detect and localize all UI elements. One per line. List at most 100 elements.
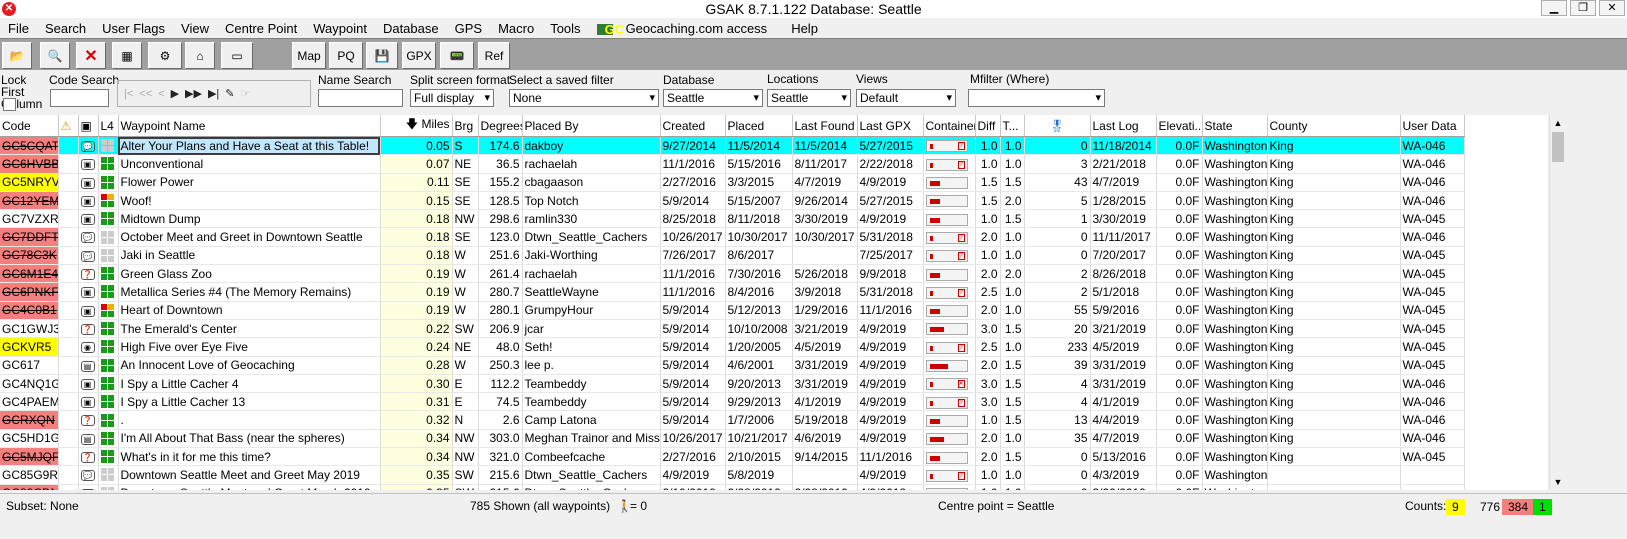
menu-file[interactable]: File (0, 21, 37, 36)
name-search-input[interactable] (318, 89, 403, 107)
cell-warning-cell[interactable] (58, 227, 79, 247)
col-placed[interactable]: Placed (725, 115, 793, 137)
cell-user-data[interactable]: WA-046 (1400, 410, 1465, 430)
cell-county[interactable]: King (1267, 191, 1401, 211)
cell-difficulty[interactable]: 1.0 (975, 209, 1001, 229)
cell-type-cell[interactable]: ❓ (78, 319, 99, 339)
cell-code[interactable]: GC82CDM (0, 484, 59, 490)
cell-created[interactable]: 5/9/2014 (660, 356, 726, 375)
cell-bearing[interactable]: SW (452, 465, 479, 485)
cell-code[interactable]: GC5NRYV (0, 173, 59, 192)
table-row[interactable]: GC1GWJ3 ❓ The Emerald's Center 0.22 SW 206.9 j… (0, 319, 1465, 339)
database-select[interactable]: Seattle (663, 89, 763, 107)
cell-last-gpx[interactable]: 4/9/2019 (857, 337, 924, 357)
cell-miles[interactable]: 0.24 (380, 337, 453, 357)
cell-bearing[interactable]: W (452, 301, 479, 320)
cell-last-log[interactable]: 3/21/2019 (1090, 319, 1157, 339)
cell-warning-cell[interactable] (58, 264, 79, 284)
cell-warning-cell[interactable] (58, 136, 79, 156)
cell-elevation[interactable]: 0.0F (1156, 227, 1203, 247)
cell-warning-cell[interactable] (58, 484, 79, 490)
cell-difficulty[interactable]: 1.0 (975, 410, 1001, 430)
cell-waypoint-name[interactable]: . (118, 410, 381, 430)
table-row[interactable]: GCRXQN ❓. 0.32 N 2.6 Camp Latona 5/9/2014 1/7/2… (0, 410, 1465, 430)
close-icon[interactable]: ✕ (1599, 0, 1625, 16)
cell-favorites[interactable]: 4 (1024, 392, 1091, 412)
cell-difficulty[interactable]: 2.0 (975, 429, 1001, 449)
cell-type-cell[interactable]: ◉ (78, 337, 99, 357)
lock-first-column-checkbox[interactable] (3, 98, 16, 111)
cell-placed[interactable]: 10/21/2017 (725, 429, 793, 449)
cell-favorites[interactable]: 1 (1024, 209, 1091, 229)
cell-type-cell[interactable]: ▣ (78, 191, 99, 211)
cell-difficulty[interactable]: 3.0 (975, 319, 1001, 339)
table-row[interactable]: GC82CDM 💬 Downtown Seattle Meet and Greet … (0, 484, 1465, 490)
cell-favorites[interactable]: 3 (1024, 154, 1091, 174)
cell-placed-by[interactable]: Combeefcache (522, 447, 661, 467)
cell-warning-cell[interactable] (58, 356, 79, 375)
cell-type-cell[interactable]: 💬 (78, 484, 99, 490)
col-container[interactable]: Container (923, 115, 976, 137)
cell-user-data[interactable]: WA-045 (1400, 209, 1465, 229)
cell-elevation[interactable]: 0.0F (1156, 173, 1203, 192)
cell-elevation[interactable]: 0.0F (1156, 337, 1203, 357)
cell-user-data[interactable]: WA-045 (1400, 282, 1465, 302)
cell-elevation[interactable]: 0.0F (1156, 136, 1203, 156)
cell-l4-cell[interactable] (98, 209, 119, 229)
cell-waypoint-name[interactable]: Midtown Dump (118, 209, 381, 229)
cell-miles[interactable]: 0.05 (380, 136, 453, 156)
cell-created[interactable]: 2/27/2016 (660, 447, 726, 467)
cell-elevation[interactable]: 0.0F (1156, 191, 1203, 211)
cell-county[interactable]: King (1267, 246, 1401, 266)
table-row[interactable]: GC5CQAT 💬 Alter Your Plans and Have a Seat… (0, 136, 1465, 156)
cell-code[interactable]: GCKVR5 (0, 337, 59, 357)
gps-device-icon[interactable]: 📟 (440, 42, 474, 69)
col-elevation[interactable]: Elevati... (1156, 115, 1203, 137)
cell-created[interactable]: 5/9/2014 (660, 410, 726, 430)
cell-miles[interactable]: 0.07 (380, 154, 453, 174)
cell-created[interactable]: 5/9/2014 (660, 191, 726, 211)
cell-last-log[interactable]: 1/28/2015 (1090, 191, 1157, 211)
cell-last-found[interactable]: 3/31/2019 (792, 374, 858, 394)
ref-button[interactable]: Ref (478, 42, 510, 69)
cell-terrain[interactable]: 1.0 (1000, 337, 1025, 357)
cell-code[interactable]: GC5CQAT (0, 136, 59, 156)
cell-terrain[interactable]: 1.5 (1000, 392, 1025, 412)
cell-user-data[interactable]: WA-046 (1400, 191, 1465, 211)
cell-elevation[interactable]: 0.0F (1156, 246, 1203, 266)
col-code[interactable]: Code (0, 115, 59, 137)
cell-created[interactable]: 5/9/2014 (660, 301, 726, 320)
cell-terrain[interactable]: 2.0 (1000, 191, 1025, 211)
cell-miles[interactable]: 0.35 (380, 465, 453, 485)
cell-type-cell[interactable]: 💬 (78, 246, 99, 266)
col-brg[interactable]: Brg (452, 115, 479, 137)
cell-container[interactable]: ? (923, 136, 976, 156)
cell-elevation[interactable]: 0.0F (1156, 319, 1203, 339)
table-row[interactable]: GC7VZXR ▣ Midtown Dump 0.18 NW 298.6 ramlin330… (0, 209, 1465, 229)
cell-container[interactable] (923, 209, 976, 229)
table-row[interactable]: GC617 ▤ An Innocent Love of Geocaching 0.28… (0, 356, 1465, 375)
cell-container[interactable]: ? (923, 246, 976, 266)
cell-degrees[interactable]: 48.0 (478, 337, 523, 357)
cell-waypoint-name[interactable]: Downtown Seattle Meet and Greet May 2019 (118, 465, 381, 485)
cell-l4-cell[interactable] (98, 374, 119, 394)
cell-last-found[interactable]: 3/21/2019 (792, 319, 858, 339)
cell-user-data[interactable]: WA-045 (1400, 319, 1465, 339)
cell-county[interactable]: King (1267, 264, 1401, 284)
gpx-button[interactable]: GPX (402, 42, 436, 69)
cell-elevation[interactable]: 0.0F (1156, 282, 1203, 302)
cell-terrain[interactable]: 1.5 (1000, 209, 1025, 229)
scroll-thumb[interactable] (1552, 132, 1564, 162)
cell-code[interactable]: GCRXQN (0, 410, 59, 430)
cell-type-cell[interactable]: ❓ (78, 447, 99, 467)
table-row[interactable]: GC4C0B1 ▣ Heart of Downtown 0.19 W 280.1 Grump… (0, 301, 1465, 320)
nav-first-icon[interactable]: |< (124, 88, 133, 100)
cell-container[interactable]: ? (923, 227, 976, 247)
saved-filter-select[interactable]: None (509, 89, 659, 107)
cell-degrees[interactable]: 2.6 (478, 410, 523, 430)
cell-code[interactable]: GC6M1E4 (0, 264, 59, 284)
cell-county[interactable]: King (1267, 429, 1401, 449)
cell-state[interactable]: Washington (1202, 465, 1268, 485)
cell-placed-by[interactable]: Dtwn_Seattle_Cachers (522, 484, 661, 490)
eraser-icon[interactable]: ✎ (225, 87, 234, 100)
